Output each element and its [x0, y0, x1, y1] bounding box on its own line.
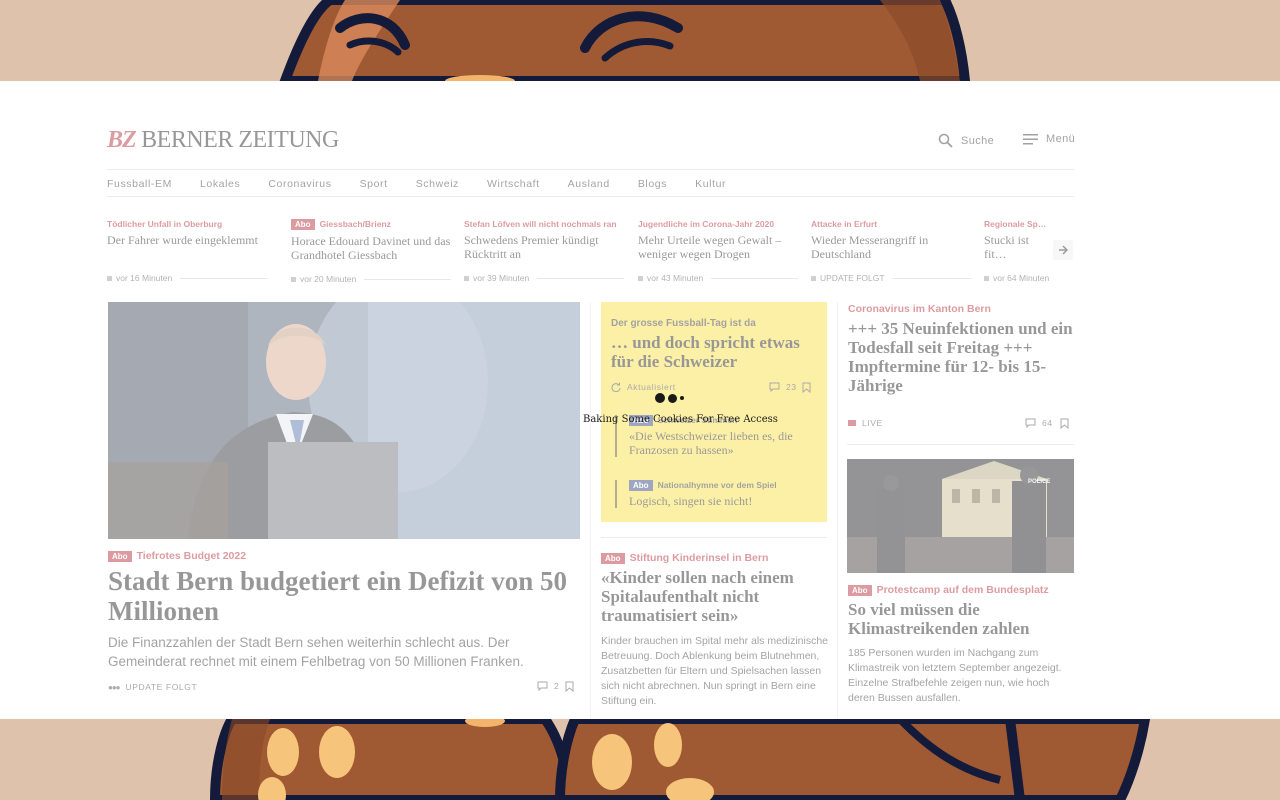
ticker-kicker: Tödlicher Unfall in Oberburg	[107, 219, 223, 229]
refresh-icon	[611, 382, 621, 392]
subteaser-kicker: Abo Nationalhymne vor dem Spiel	[629, 480, 829, 491]
ticker-item[interactable]: Regionale Sp… Stucki ist fit… vor 64 Min…	[984, 219, 1054, 283]
ticker-time: UPDATE FOLGT	[811, 273, 971, 283]
loading-spinner-icon	[655, 393, 684, 403]
site-logo[interactable]: BZ BERNER ZEITUNG	[107, 127, 339, 154]
ticker-title: Horace Edouard Davinet und das Grandhote…	[291, 234, 451, 262]
protest-photo-bundesplatz	[847, 459, 1074, 573]
corona-kicker: Coronavirus im Kanton Bern	[848, 303, 991, 315]
ticker-item[interactable]: Attacke in Erfurt Wieder Messerangriff i…	[811, 219, 971, 283]
loading-dots-icon: ●●●	[108, 682, 120, 692]
abo-badge: Abo	[629, 480, 653, 491]
logo-mark: BZ	[107, 127, 137, 153]
ticker-title: Der Fahrer wurde eingeklemmt	[107, 233, 258, 247]
ticker-kicker: Abo Giessbach/Brienz	[291, 219, 451, 230]
football-status: Aktualisiert	[611, 382, 676, 392]
nav-item-lokales[interactable]: Lokales	[200, 178, 240, 190]
teaser-divider	[601, 537, 827, 538]
nav-item-sport[interactable]: Sport	[360, 178, 388, 190]
hero-kicker: Abo Tiefrotes Budget 2022	[108, 550, 246, 562]
header-divider	[107, 169, 1074, 170]
hero-image[interactable]	[108, 302, 580, 539]
page-content: BZ BERNER ZEITUNG Suche Menü Fussball-EM…	[0, 81, 1280, 719]
abo-badge: Abo	[848, 585, 872, 596]
kinderinsel-headline[interactable]: «Kinder sollen nach einem Spitalaufentha…	[601, 568, 827, 625]
ticker-kicker: Stefan Löfven will nicht nochmals ran	[464, 219, 617, 229]
teaser-divider	[847, 444, 1074, 445]
search-icon	[938, 133, 953, 148]
ticker-time: vor 43 Minuten	[638, 273, 798, 283]
nav-item-blogs[interactable]: Blogs	[638, 178, 667, 190]
main-navigation: Fussball-EM Lokales Coronavirus Sport Sc…	[107, 178, 726, 190]
protest-image[interactable]: POLICE	[847, 459, 1074, 573]
football-comments[interactable]: 23	[769, 382, 797, 392]
football-headline[interactable]: … und doch spricht etwas für die Schweiz…	[611, 333, 821, 371]
nav-item-wirtschaft[interactable]: Wirtschaft	[487, 178, 540, 190]
ticker-item[interactable]: Stefan Löfven will nicht nochmals ran Sc…	[464, 219, 624, 283]
ticker-time: vor 64 Minuten	[984, 273, 1054, 283]
column-divider	[590, 302, 591, 719]
logo-name: BERNER ZEITUNG	[141, 127, 339, 153]
subteaser-title: «Die Westschweizer lieben es, die Franzo…	[629, 429, 793, 457]
abo-badge: Abo	[601, 553, 625, 564]
comment-icon	[769, 382, 780, 392]
ticker-kicker: Attacke in Erfurt	[811, 219, 878, 229]
football-subteaser[interactable]: Abo Nationalhymne vor dem Spiel Logisch, …	[615, 480, 829, 508]
protest-kicker: Abo Protestcamp auf dem Bundesplatz	[848, 584, 1049, 596]
hero-lead: Die Finanzzahlen der Stadt Bern sehen we…	[108, 635, 524, 669]
ticker-title: Wieder Messerangriff in Deutschland	[811, 233, 929, 261]
hero-headline[interactable]: Stadt Bern budgetiert ein Defizit von 50…	[108, 566, 568, 626]
hamburger-icon	[1023, 134, 1038, 145]
corona-comments[interactable]: 64	[1025, 418, 1053, 428]
abo-badge: Abo	[108, 551, 132, 562]
football-kicker: Der grosse Fussball-Tag ist da	[611, 318, 756, 329]
kinderinsel-kicker: Abo Stiftung Kinderinsel in Bern	[601, 552, 768, 564]
menu-button[interactable]: Menü	[1023, 133, 1075, 145]
nav-divider	[107, 196, 1074, 197]
column-divider	[837, 302, 838, 719]
ticker-title: Stucki ist fit…	[984, 233, 1030, 261]
police-label: POLICE	[1028, 479, 1051, 485]
ticker-time: vor 16 Minuten	[107, 273, 267, 283]
corona-status: LIVE	[848, 418, 883, 428]
ticker-title: Schwedens Premier kündigt Rücktritt an	[464, 233, 599, 261]
ticker-item[interactable]: Jugendliche im Corona-Jahr 2020 Mehr Urt…	[638, 219, 798, 283]
abo-badge: Abo	[291, 219, 315, 230]
search-button[interactable]: Suche	[938, 133, 994, 148]
ticker-kicker: Jugendliche im Corona-Jahr 2020	[638, 219, 775, 229]
ticker-time: vor 39 Minuten	[464, 273, 624, 283]
hero-comments[interactable]: 2	[537, 681, 559, 691]
bookmark-icon[interactable]	[565, 681, 574, 692]
football-teaser-box[interactable]: Der grosse Fussball-Tag ist da … und doc…	[601, 302, 827, 522]
bookmark-icon[interactable]	[1060, 418, 1069, 429]
ticker-title: Mehr Urteile wegen Gewalt – weniger wege…	[638, 233, 782, 261]
nav-item-coronavirus[interactable]: Coronavirus	[268, 178, 331, 190]
arrow-right-icon	[1059, 245, 1068, 255]
ticker-item[interactable]: Tödlicher Unfall in Oberburg Der Fahrer …	[107, 219, 267, 283]
comment-icon	[1025, 418, 1036, 428]
ticker-kicker: Regionale Sp…	[984, 219, 1047, 229]
protest-lead: 185 Personen wurden im Nachgang zum Klim…	[848, 647, 1062, 704]
ticker-time: vor 20 Minuten	[291, 274, 451, 284]
ticker-next-button[interactable]	[1053, 240, 1073, 260]
ticker-item[interactable]: Abo Giessbach/Brienz Horace Edouard Davin…	[291, 219, 451, 284]
comment-icon	[537, 681, 548, 691]
search-label: Suche	[961, 134, 995, 147]
live-indicator-icon	[848, 420, 856, 426]
protest-headline[interactable]: So viel müssen die Klimastreikenden zahl…	[848, 600, 1074, 638]
nav-item-ausland[interactable]: Ausland	[568, 178, 610, 190]
subteaser-title: Logisch, singen sie nicht!	[629, 494, 753, 508]
nav-item-schweiz[interactable]: Schweiz	[416, 178, 459, 190]
corona-headline[interactable]: +++ 35 Neuinfektionen und ein Todesfall …	[848, 319, 1076, 395]
nav-item-fussball-em[interactable]: Fussball-EM	[107, 178, 172, 190]
menu-label: Menü	[1046, 133, 1076, 145]
faded-news-page: BZ BERNER ZEITUNG Suche Menü Fussball-EM…	[0, 81, 1280, 719]
nav-item-kultur[interactable]: Kultur	[695, 178, 726, 190]
kinderinsel-lead: Kinder brauchen im Spital mehr als mediz…	[601, 635, 829, 707]
hero-photo-politician	[108, 302, 580, 539]
cookie-loading-message: Baking Some Cookies For Free Access	[583, 414, 778, 425]
bookmark-icon[interactable]	[802, 382, 811, 393]
hero-status: ●●● UPDATE FOLGT	[108, 682, 198, 692]
